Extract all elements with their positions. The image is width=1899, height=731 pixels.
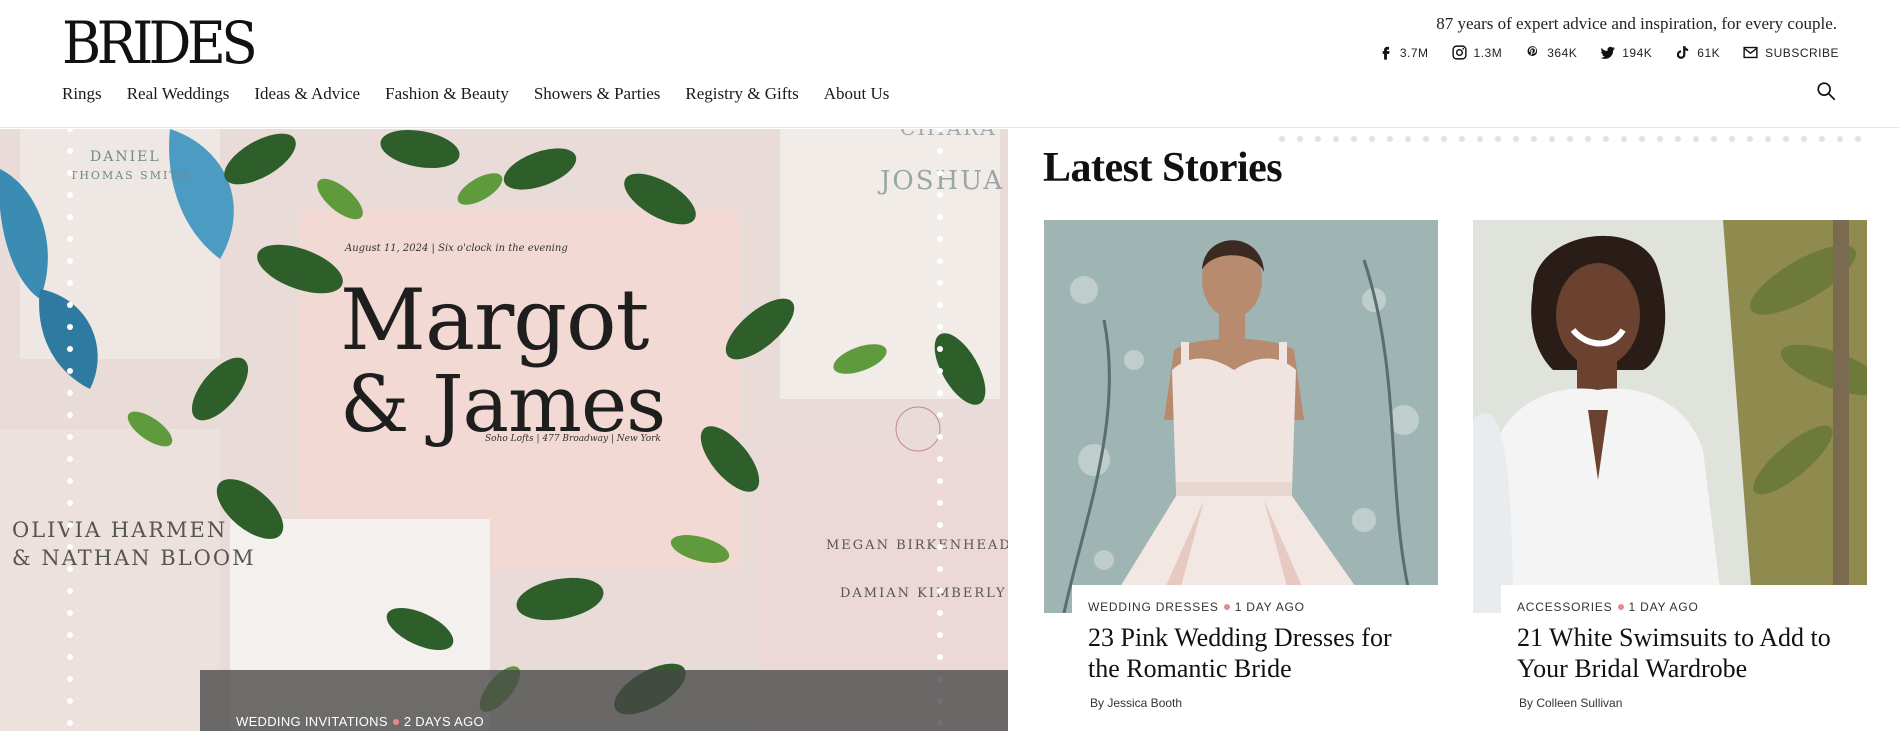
story-title[interactable]: 21 White Swimsuits to Add to Your Bridal…	[1517, 622, 1847, 684]
nav-rings[interactable]: Rings	[62, 84, 102, 104]
twitter-link[interactable]: 194K	[1599, 44, 1652, 61]
tagline: 87 years of expert advice and inspiratio…	[1436, 14, 1837, 33]
hero-art-left-names2: & NATHAN BLOOM	[12, 546, 256, 570]
hero-art-top-right1: CHIARA	[900, 129, 997, 140]
facebook-icon	[1382, 46, 1390, 60]
search-icon[interactable]	[1815, 80, 1837, 102]
hero-art-right-names2: DAMIAN KIMBERLY	[840, 586, 1007, 601]
hero-art-right-names1: MEGAN BIRKENHEAD	[826, 538, 1008, 553]
meta-separator-dot	[1617, 604, 1624, 611]
dots-decoration	[1279, 136, 1861, 142]
meta-separator-dot	[1223, 604, 1230, 611]
hero-category[interactable]: WEDDING INVITATIONS	[236, 714, 388, 729]
story-title[interactable]: 23 Pink Wedding Dresses for the Romantic…	[1088, 622, 1418, 684]
story-age: 1 DAY AGO	[1628, 600, 1699, 614]
story-age: 1 DAY AGO	[1234, 600, 1305, 614]
instagram-count: 1.3M	[1473, 45, 1503, 60]
hero-art-left-names1: OLIVIA HARMEN	[12, 518, 227, 542]
story-byline[interactable]: By Colleen Sullivan	[1519, 696, 1622, 710]
brides-logo[interactable]: BRIDES	[62, 10, 258, 76]
main-nav: Rings Real Weddings Ideas & Advice Fashi…	[62, 84, 889, 104]
social-links: 3.7M 1.3M 364K 194K 61K SUBSCRIBE	[1377, 44, 1839, 61]
facebook-count: 3.7M	[1399, 45, 1429, 60]
nav-ideas-advice[interactable]: Ideas & Advice	[254, 84, 360, 104]
latest-stories-heading: Latest Stories	[1043, 145, 1283, 191]
hero-meta: WEDDING INVITATIONS 2 DAYS AGO	[236, 714, 484, 729]
subscribe-link[interactable]: SUBSCRIBE	[1742, 44, 1839, 61]
mail-icon	[1743, 46, 1758, 59]
hero-image: August 11, 2024 | Six o'clock in the eve…	[0, 129, 1008, 731]
hero-art-venue: Soho Lofts | 477 Broadway | New York	[485, 434, 661, 444]
instagram-icon	[1451, 45, 1467, 60]
story-byline[interactable]: By Jessica Booth	[1090, 696, 1182, 710]
nav-registry-gifts[interactable]: Registry & Gifts	[685, 84, 798, 104]
nav-about-us[interactable]: About Us	[824, 84, 890, 104]
hero-art-top-left2: THOMAS SMITH	[70, 169, 190, 182]
tiktok-count: 61K	[1697, 45, 1721, 60]
tiktok-icon	[1677, 46, 1689, 59]
subscribe-label: SUBSCRIBE	[1765, 45, 1839, 60]
pinterest-icon	[1527, 46, 1538, 57]
hero-art-top-left1: DANIEL	[90, 149, 161, 165]
meta-separator-dot	[392, 719, 399, 726]
story-meta: WEDDING DRESSES 1 DAY AGO	[1088, 600, 1305, 614]
pinterest-count: 364K	[1547, 45, 1578, 60]
story-meta: ACCESSORIES 1 DAY AGO	[1517, 600, 1699, 614]
story-image-white-swimsuit[interactable]	[1473, 220, 1867, 613]
hero-feature[interactable]: August 11, 2024 | Six o'clock in the eve…	[0, 129, 1008, 731]
story-category[interactable]: ACCESSORIES	[1517, 600, 1613, 614]
nav-real-weddings[interactable]: Real Weddings	[127, 84, 230, 104]
site-header: BRIDES 87 years of expert advice and ins…	[0, 0, 1899, 128]
facebook-link[interactable]: 3.7M	[1377, 44, 1429, 61]
story-image-pink-dress[interactable]	[1044, 220, 1438, 613]
nav-fashion-beauty[interactable]: Fashion & Beauty	[385, 84, 509, 104]
hero-age: 2 DAYS AGO	[403, 714, 484, 729]
nav-showers-parties[interactable]: Showers & Parties	[534, 84, 661, 104]
twitter-count: 194K	[1622, 45, 1653, 60]
hero-art-name1: Margot	[340, 271, 650, 369]
hero-art-date: August 11, 2024 | Six o'clock in the eve…	[344, 243, 568, 254]
pinterest-link[interactable]: 364K	[1524, 44, 1577, 61]
tiktok-link[interactable]: 61K	[1674, 44, 1720, 61]
story-category[interactable]: WEDDING DRESSES	[1088, 600, 1219, 614]
instagram-link[interactable]: 1.3M	[1451, 44, 1503, 61]
twitter-icon	[1600, 46, 1615, 59]
